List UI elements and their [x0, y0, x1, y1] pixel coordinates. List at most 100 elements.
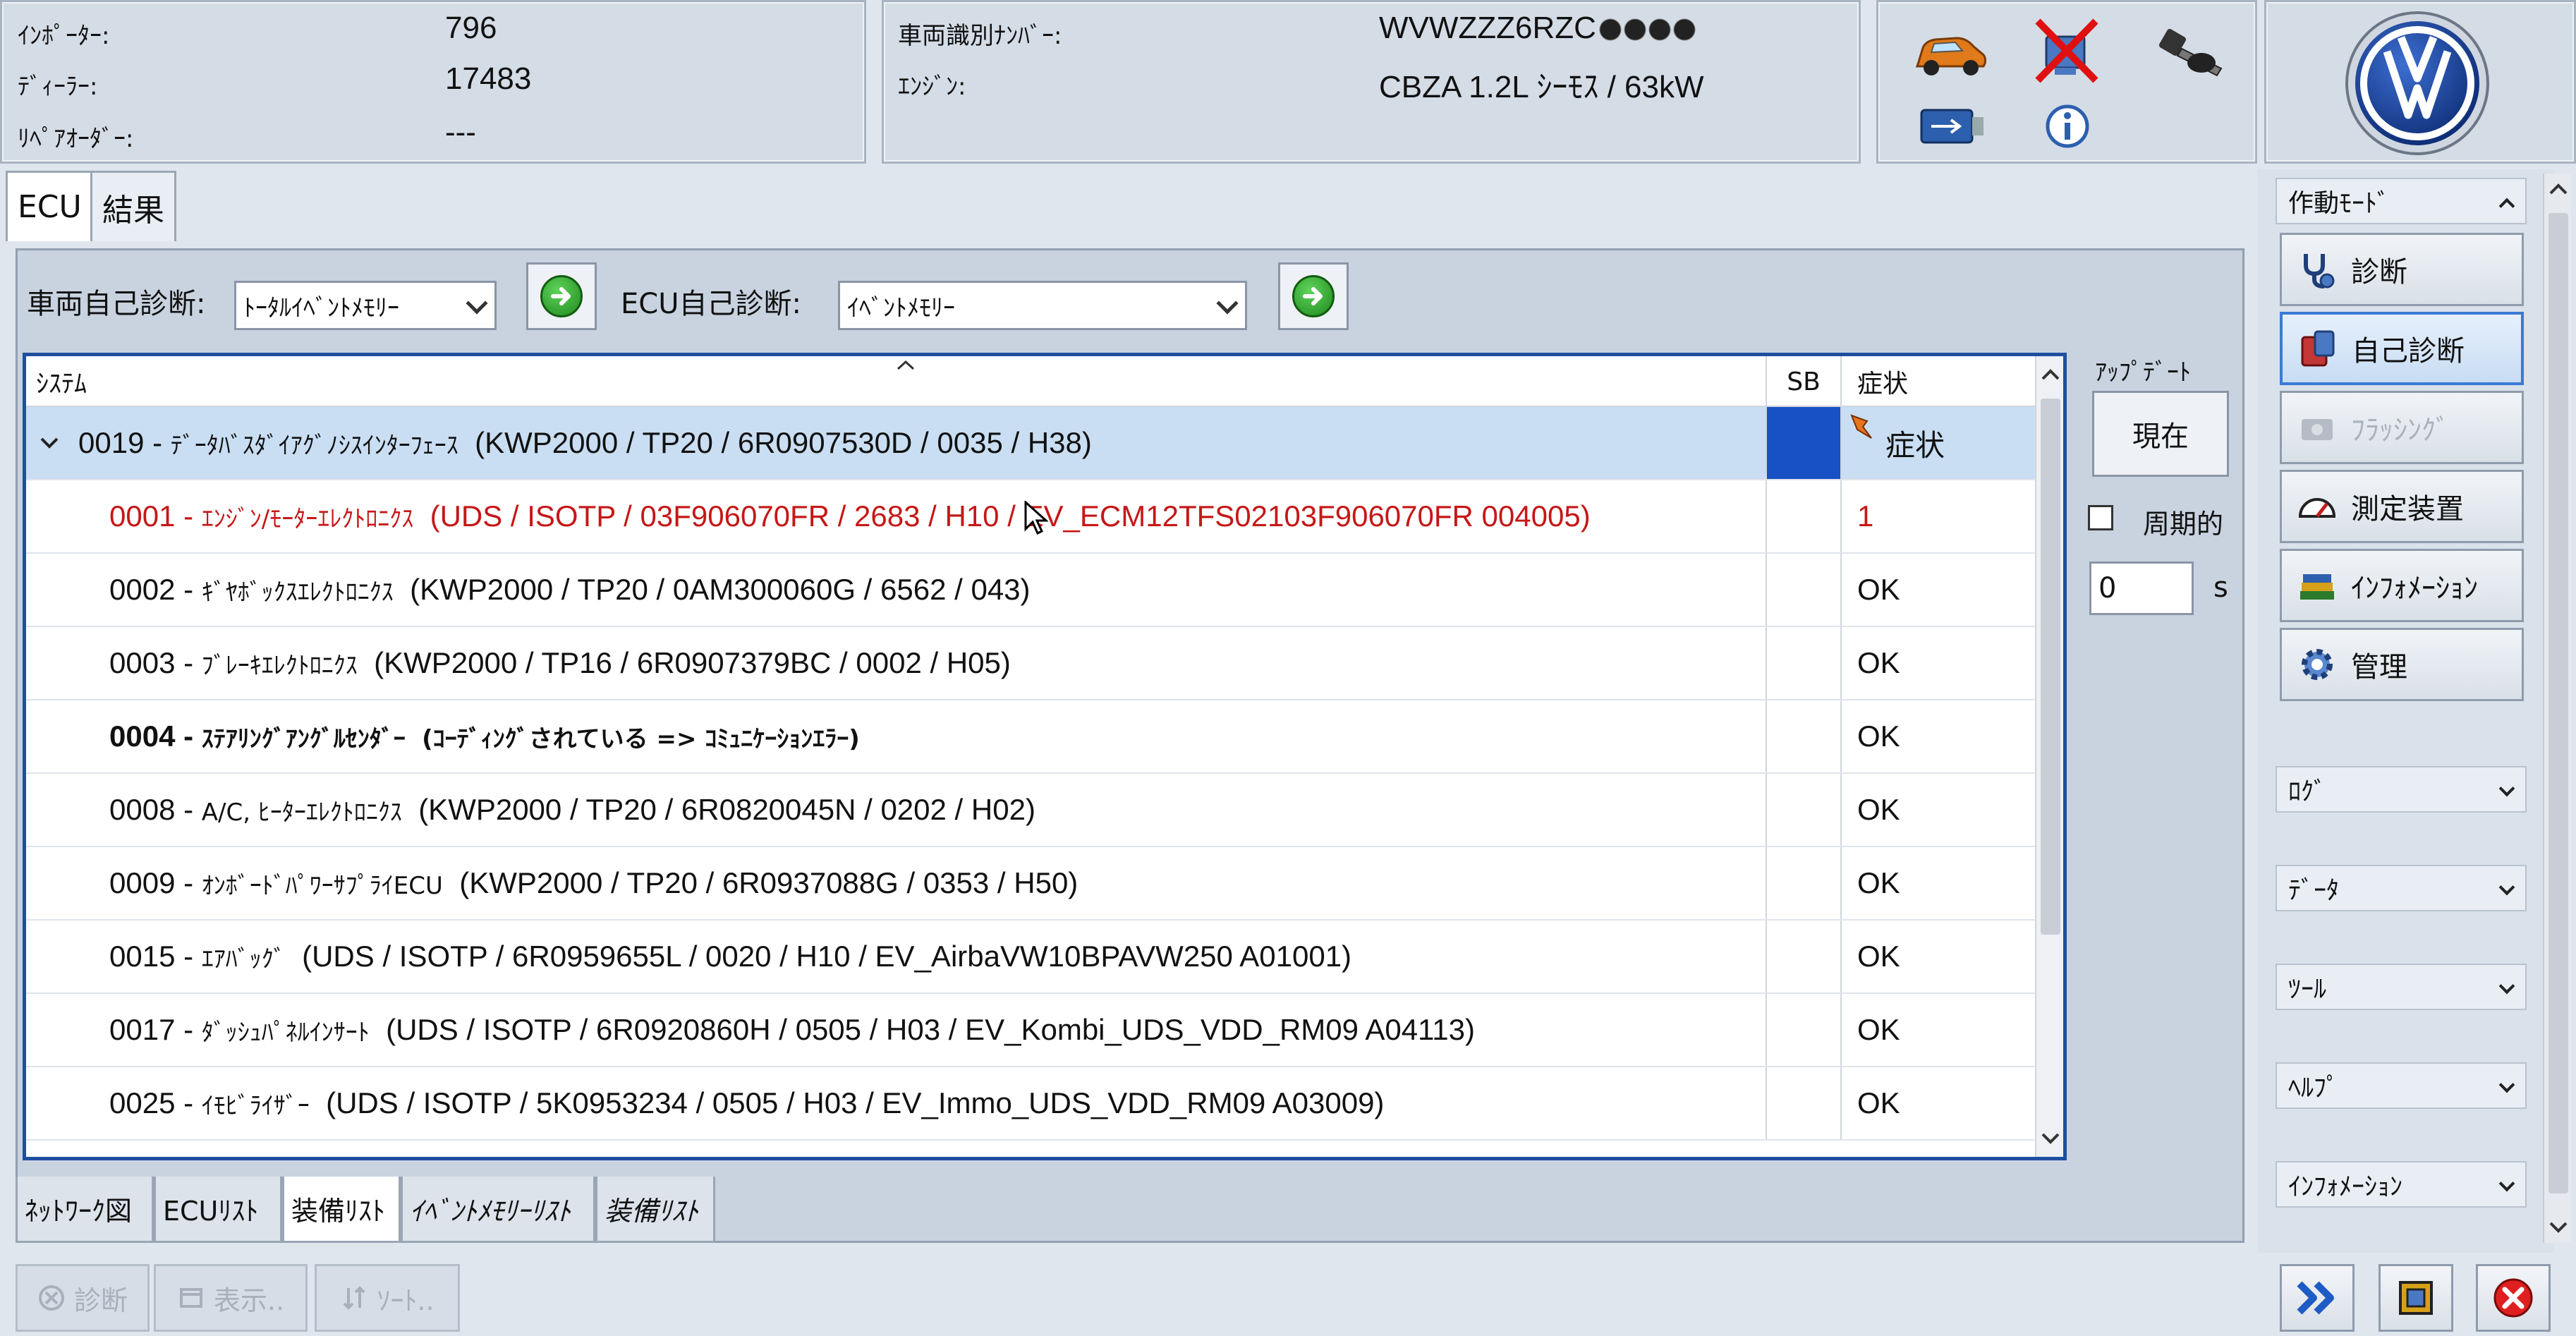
sidebar-item-label: 測定装置 [2351, 493, 2464, 526]
vehicle-info-panel: 車両識別ﾅﾝﾊﾞｰ: WVWZZZ6RZC ｴﾝｼﾞﾝ: CBZA 1.2L ｼ… [882, 0, 1861, 164]
table-row[interactable]: 0004 - ｽﾃｱﾘﾝｸﾞｱﾝｸﾞﾙｾﾝﾀﾞｰ (ｺｰﾃﾞｨﾝｸﾞされている … [26, 700, 2035, 774]
sidebar-section-label: ｲﾝﾌｫﾒｰｼｮﾝ [2288, 1172, 2402, 1201]
ecu-diag-go-button[interactable] [1278, 262, 1349, 330]
vin-label: 車両識別ﾅﾝﾊﾞｰ: [898, 22, 1062, 50]
display-button[interactable]: 表示.. [154, 1264, 308, 1332]
system-detail: (UDS / ISOTP / 6R0920860H / 0505 / H03 /… [386, 1013, 1475, 1046]
forward-button[interactable] [2280, 1264, 2355, 1332]
periodic-checkbox[interactable] [2088, 505, 2113, 530]
sidebar-item-diagnosis[interactable]: 診断 [2280, 233, 2524, 306]
tab-ecu-list[interactable]: ECUﾘｽﾄ [154, 1177, 282, 1243]
symptom-cell: OK [1840, 700, 2035, 772]
gear-icon [2302, 649, 2333, 680]
sb-cell [1766, 994, 1840, 1066]
chevron-up-icon[interactable] [2548, 182, 2569, 196]
sidebar-item-information[interactable]: ｲﾝﾌｫﾒｰｼｮﾝ [2280, 549, 2524, 622]
system-code: 0004 [109, 719, 176, 753]
sidebar-item-self-diagnosis[interactable]: 自己診断 [2280, 312, 2524, 385]
system-code: 0019 [78, 426, 145, 459]
scrollbar-thumb[interactable] [2041, 399, 2060, 935]
chevron-down-icon [2498, 1175, 2515, 1192]
system-name: ｲﾓﾋﾞﾗｲｻﾞｰ [201, 1091, 310, 1120]
books-icon [2300, 574, 2334, 600]
ecu-diag-value: ｲﾍﾞﾝﾄﾒﾓﾘｰ [847, 293, 955, 322]
table-row[interactable]: 0008 - A/C, ﾋｰﾀｰｴﾚｸﾄﾛﾆｸｽ (KWP2000 / TP20… [26, 774, 2035, 847]
sort-button[interactable]: ｿｰﾄ.. [315, 1264, 460, 1332]
system-code: 0015 [109, 940, 176, 973]
table-row[interactable]: 0017 - ﾀﾞｯｼｭﾊﾟﾈﾙｲﾝｻｰﾄ (UDS / ISOTP / 6R0… [26, 994, 2035, 1067]
ecu-diag-select[interactable]: ｲﾍﾞﾝﾄﾒﾓﾘｰ [838, 281, 1247, 330]
brand-logo-panel [2264, 0, 2576, 164]
flashing-icon [2302, 419, 2333, 440]
sb-cell [1766, 774, 1840, 846]
ecu-diag-label: ECU自己診断: [621, 288, 801, 320]
tab-equipment-list-2[interactable]: 装備ﾘｽﾄ [595, 1177, 715, 1243]
tab-results[interactable]: 結果 [90, 171, 176, 241]
close-button[interactable] [2476, 1264, 2551, 1332]
operation-mode-header[interactable]: 作動ﾓｰﾄﾞ [2276, 178, 2527, 224]
table-row[interactable]: 0019 - ﾃﾞｰﾀﾊﾞｽﾀﾞｲｱｸﾞﾉｼｽｲﾝﾀｰﾌｪｰｽ (KWP2000… [26, 407, 2035, 480]
sidebar-section-help[interactable]: ﾍﾙﾌﾟ [2276, 1062, 2527, 1109]
vehicle-diag-go-button[interactable] [526, 262, 597, 330]
system-cell: 0004 - ｽﾃｱﾘﾝｸﾞｱﾝｸﾞﾙｾﾝﾀﾞｰ (ｺｰﾃﾞｨﾝｸﾞされている … [109, 719, 860, 753]
stethoscope-icon [2304, 254, 2335, 289]
sidebar-item-label: ﾌﾗｯｼﾝｸﾞ [2351, 414, 2450, 447]
no-connection-icon[interactable] [2024, 12, 2108, 90]
table-scrollbar[interactable] [2035, 356, 2063, 1157]
sidebar-section-data[interactable]: ﾃﾞｰﾀ [2276, 865, 2527, 911]
diagnose-button-label: 診断 [73, 1285, 128, 1316]
key-icon[interactable] [2151, 18, 2235, 88]
chevron-down-icon [466, 292, 488, 315]
sidebar-section-tools[interactable]: ﾂｰﾙ [2276, 964, 2527, 1010]
tab-equipment-list[interactable]: 装備ﾘｽﾄ [282, 1177, 401, 1243]
system-name: A/C, ﾋｰﾀｰｴﾚｸﾄﾛﾆｸｽ [201, 798, 402, 827]
sidebar-section-label: ﾂｰﾙ [2288, 975, 2326, 1004]
tab-network-diagram[interactable]: ﾈｯﾄﾜｰｸ図 [16, 1177, 154, 1243]
chevron-down-icon[interactable] [2040, 1131, 2061, 1146]
update-now-button[interactable]: 現在 [2092, 391, 2229, 477]
close-icon [2493, 1278, 2533, 1318]
system-detail: (ｺｰﾃﾞｨﾝｸﾞされている => ｺﾐｭﾆｹｰｼｮﾝｴﾗｰ) [422, 724, 860, 753]
chevron-up-icon[interactable] [2040, 368, 2061, 382]
interval-input[interactable]: 0 [2089, 561, 2194, 615]
car-icon[interactable] [1908, 18, 1993, 88]
sidebar-scrollbar[interactable] [2543, 174, 2571, 1243]
fit-window-button[interactable] [2378, 1264, 2453, 1332]
usb-device-icon[interactable] [1914, 98, 1991, 154]
table-row[interactable]: 0015 - ｴｱﾊﾞｯｸﾞ (UDS / ISOTP / 6R0959655L… [26, 921, 2035, 994]
column-header-sb[interactable]: SB [1766, 356, 1840, 407]
system-name: ｴﾝｼﾞﾝ/ﾓｰﾀｰｴﾚｸﾄﾛﾆｸｽ [201, 504, 414, 533]
table-row[interactable]: 0009 - ｵﾝﾎﾞｰﾄﾞﾊﾟﾜｰｻﾌﾟﾗｲECU (KWP2000 / TP… [26, 847, 2035, 921]
symptom-cell: OK [1840, 994, 2035, 1066]
sb-cell [1766, 921, 1840, 992]
sidebar-item-measuring[interactable]: 測定装置 [2280, 470, 2524, 543]
interval-unit: s [2213, 571, 2228, 604]
diagnose-button[interactable]: 診断 [16, 1264, 150, 1332]
chevron-down-icon[interactable] [39, 436, 60, 450]
system-code: 0002 [109, 573, 176, 606]
vehicle-diag-select[interactable]: ﾄｰﾀﾙｲﾍﾞﾝﾄﾒﾓﾘｰ [234, 281, 497, 330]
sort-button-label: ｿｰﾄ.. [377, 1285, 435, 1316]
toolbar-icons-panel [1876, 0, 2257, 164]
dealer-label: ﾃﾞｨｰﾗｰ: [18, 73, 98, 101]
sb-cell [1766, 554, 1840, 626]
system-cell: 0017 - ﾀﾞｯｼｭﾊﾟﾈﾙｲﾝｻｰﾄ (UDS / ISOTP / 6R0… [109, 1013, 1475, 1047]
tab-ecu[interactable]: ECU [6, 171, 94, 241]
gauge-icon [2298, 498, 2336, 518]
table-row[interactable]: 0003 - ﾌﾞﾚｰｷｴﾚｸﾄﾛﾆｸｽ (KWP2000 / TP16 / 6… [26, 627, 2035, 700]
sidebar-section-log[interactable]: ﾛｸﾞ [2276, 766, 2527, 813]
self-diagnosis-icon [2301, 330, 2335, 367]
sidebar-item-admin[interactable]: 管理 [2280, 628, 2524, 701]
sidebar-item-flashing[interactable]: ﾌﾗｯｼﾝｸﾞ [2280, 391, 2524, 464]
chevron-down-icon[interactable] [2548, 1220, 2569, 1234]
sidebar-section-information[interactable]: ｲﾝﾌｫﾒｰｼｮﾝ [2276, 1161, 2527, 1208]
table-row[interactable]: 0002 - ｷﾞﾔﾎﾞｯｸｽｴﾚｸﾄﾛﾆｸｽ (KWP2000 / TP20 … [26, 554, 2035, 627]
system-name: ﾌﾞﾚｰｷｴﾚｸﾄﾛﾆｸｽ [201, 651, 358, 680]
column-header-symptom[interactable]: 症状 [1840, 356, 2035, 407]
importer-value: 796 [445, 11, 497, 45]
column-header-system[interactable]: ｼｽﾃﾑ [36, 356, 87, 407]
table-row[interactable]: 0025 - ｲﾓﾋﾞﾗｲｻﾞｰ (UDS / ISOTP / 5K095323… [26, 1067, 2035, 1141]
scrollbar-thumb[interactable] [2548, 213, 2568, 1194]
tab-event-memory-list[interactable]: ｲﾍﾞﾝﾄﾒﾓﾘｰﾘｽﾄ [401, 1177, 595, 1243]
info-icon[interactable] [2032, 97, 2103, 156]
